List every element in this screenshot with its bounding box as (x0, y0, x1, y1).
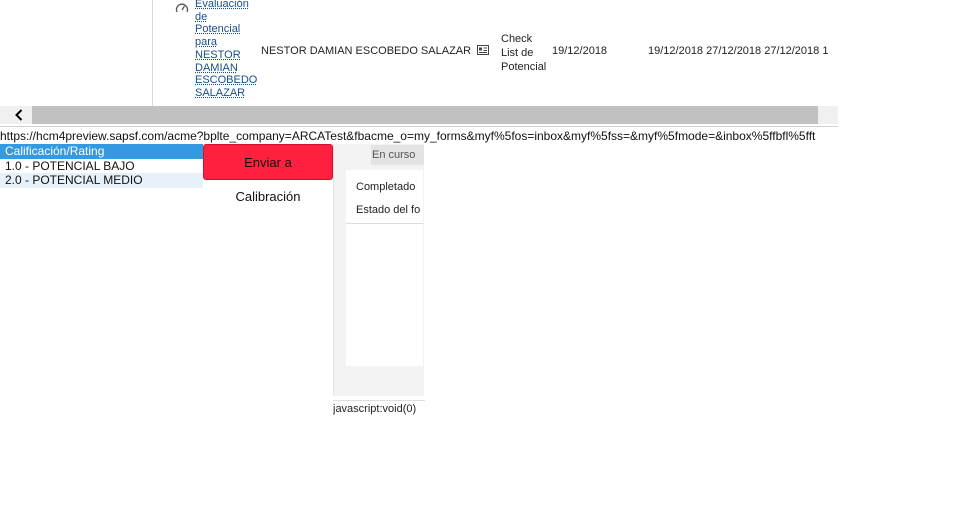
rating-option[interactable]: 2.0 - POTENCIAL MEDIO (0, 173, 203, 188)
subject-name: NESTOR DAMIAN ESCOBEDO SALAZAR (261, 45, 472, 57)
form-link-line: ESCOBEDO (195, 74, 258, 87)
step-date: 19/12/2018 (552, 45, 608, 57)
rating-dropdown[interactable]: Calificación/Rating 1.0 - POTENCIAL BAJO… (0, 144, 203, 188)
status-url: https://hcm4preview.sapsf.com/acme?bplte… (0, 126, 838, 145)
send-to-calibration-button[interactable]: Enviar a Calibración (203, 144, 333, 204)
scrollbar-thumb[interactable] (32, 106, 818, 124)
form-link-line: para (195, 36, 218, 49)
link-status-text: javascript:void(0) (333, 400, 425, 417)
step-name-line: List de (501, 47, 534, 59)
form-link-line: de (195, 10, 208, 23)
status-panel-body (346, 170, 423, 366)
person-card-icon[interactable] (477, 45, 489, 55)
status-panel-footer (346, 366, 423, 396)
rating-option-selected[interactable]: Calificación/Rating (0, 144, 203, 159)
column-divider (152, 0, 153, 106)
tab-en-curso[interactable]: En curso (371, 145, 424, 165)
divider (346, 223, 423, 224)
form-title-link[interactable]: Evaluación de Potencial para NESTOR DAMI… (195, 0, 259, 100)
step-name-line: Check (501, 33, 533, 45)
dates-cell: 19/12/2018 27/12/2018 27/12/2018 1 (648, 45, 829, 57)
form-link-line: Evaluación (195, 0, 249, 10)
form-link-line: DAMIAN (195, 61, 238, 74)
form-link-line: Potencial (195, 23, 241, 36)
form-link-line: SALAZAR (195, 86, 246, 99)
form-link-line: NESTOR (195, 48, 241, 61)
form-status-label[interactable]: Estado del fo (356, 204, 423, 216)
step-name-line: Potencial (501, 61, 547, 73)
completed-label[interactable]: Completado (356, 181, 423, 193)
chevron-left-icon[interactable] (14, 109, 24, 121)
gauge-icon (175, 3, 189, 13)
rating-option[interactable]: 1.0 - POTENCIAL BAJO (0, 158, 203, 173)
step-name: Check List de Potencial (501, 32, 546, 74)
